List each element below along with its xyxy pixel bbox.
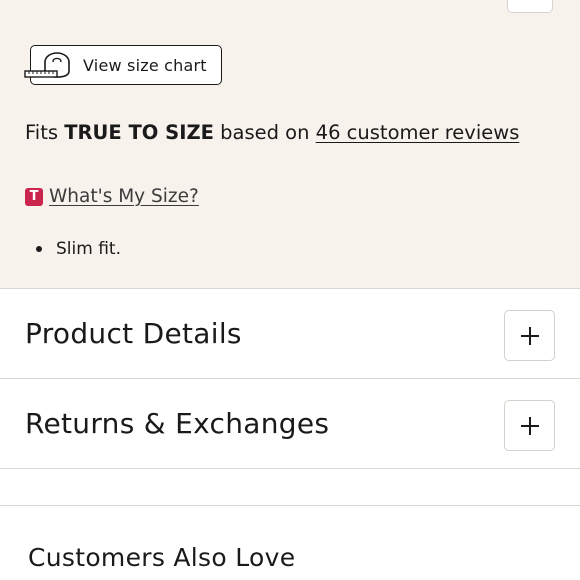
fit-prefix: Fits [25, 121, 65, 144]
fit-note-text: Slim fit. [56, 239, 121, 259]
view-size-chart-button[interactable]: View size chart [24, 45, 222, 85]
true-fit-logo-icon: T [25, 187, 43, 206]
accordion-returns-exchanges[interactable]: Returns & Exchanges [0, 379, 580, 469]
tape-measure-icon [24, 52, 70, 78]
plus-icon [520, 326, 539, 345]
fit-middle: based on [213, 121, 316, 144]
fit-summary: Fits TRUE TO SIZE based on 46 customer r… [25, 121, 519, 144]
accordion-title: Returns & Exchanges [25, 407, 330, 440]
size-chart-label: View size chart [83, 55, 207, 75]
whats-my-size: T What's My Size? [25, 186, 199, 207]
accordion-title: Product Details [25, 317, 242, 350]
partial-button[interactable] [507, 0, 553, 13]
fit-emphasis: TRUE TO SIZE [64, 121, 214, 144]
size-fit-panel: View size chart Fits TRUE TO SIZE based … [0, 0, 580, 289]
accordion-product-details[interactable]: Product Details [0, 289, 580, 379]
list-item: Slim fit. [36, 239, 121, 259]
bullet-icon [36, 246, 42, 252]
customers-also-love-heading: Customers Also Love [28, 543, 296, 572]
fit-notes-list: Slim fit. [36, 239, 121, 259]
expand-returns-exchanges-button[interactable] [504, 400, 555, 451]
expand-product-details-button[interactable] [504, 310, 555, 361]
section-divider [0, 505, 580, 506]
customer-reviews-link[interactable]: 46 customer reviews [316, 121, 520, 144]
whats-my-size-link[interactable]: What's My Size? [49, 186, 199, 207]
product-page: View size chart Fits TRUE TO SIZE based … [0, 0, 580, 580]
plus-icon [520, 416, 539, 435]
